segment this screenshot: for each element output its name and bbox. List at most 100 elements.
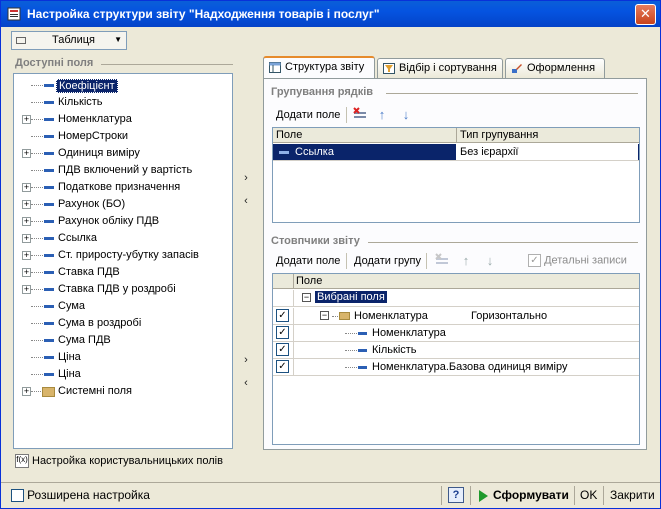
expand-icon[interactable]: +	[22, 268, 31, 277]
column-header-field[interactable]: Поле	[296, 275, 322, 287]
tree-item[interactable]: НомерСтроки	[14, 128, 232, 145]
tree-item-label: НомерСтроки	[58, 130, 129, 142]
tree-item[interactable]: + Системні поля	[14, 383, 232, 400]
tree-item-label: Ст. приросту-убутку запасів	[58, 249, 199, 261]
tab-report-structure[interactable]: Структура звіту	[263, 56, 375, 78]
column-header-field[interactable]: Поле	[276, 129, 302, 141]
include-checkbox[interactable]: ✓	[276, 343, 289, 356]
expand-icon[interactable]: +	[22, 200, 31, 209]
column-header-group-type[interactable]: Тип групування	[460, 129, 538, 141]
columns-delete-button[interactable]	[434, 253, 450, 269]
tree-item[interactable]: + Ставка ПДВ	[14, 264, 232, 281]
tree-item[interactable]: + Ст. приросту-убутку запасів	[14, 247, 232, 264]
field-icon	[44, 118, 54, 121]
row-grouping-grid[interactable]: Поле Тип групування Ссылка Без ієрархії	[272, 127, 640, 223]
available-fields-label: Доступні поля	[15, 57, 94, 69]
tree-connector	[31, 323, 43, 324]
view-type-select[interactable]: Таблиця ▼	[11, 31, 127, 50]
chevron-left-icon: ‹	[244, 377, 248, 389]
help-button[interactable]: ?	[448, 487, 464, 503]
tree-item[interactable]: + Одиниця виміру	[14, 145, 232, 162]
title-bar[interactable]: Настройка структури звіту "Надходження т…	[1, 1, 660, 27]
tree-item[interactable]: + Рахунок обліку ПДВ	[14, 213, 232, 230]
tab-filter-sort[interactable]: Відбір і сортування	[377, 58, 503, 78]
column-divider[interactable]	[456, 128, 457, 143]
tree-connector	[345, 350, 357, 351]
field-icon	[44, 288, 54, 291]
tree-item[interactable]: + Рахунок (БО)	[14, 196, 232, 213]
tab-formatting[interactable]: Оформлення	[505, 58, 605, 78]
tree-item[interactable]: Сума ПДВ	[14, 332, 232, 349]
expand-icon[interactable]: +	[22, 251, 31, 260]
table-row[interactable]: Ссылка Без ієрархії	[273, 144, 639, 161]
column-divider[interactable]	[293, 274, 294, 289]
grouping-add-field-button[interactable]: Додати поле	[276, 106, 340, 124]
table-row[interactable]: ✓ Кількість	[273, 342, 639, 359]
columns-add-field-button[interactable]: Додати поле	[276, 252, 340, 270]
tree-item-label: Одиниця виміру	[58, 147, 140, 159]
include-checkbox[interactable]: ✓	[276, 309, 289, 322]
remove-from-columns-button[interactable]: ‹	[239, 376, 253, 390]
tree-connector	[332, 316, 338, 317]
expand-icon[interactable]: +	[22, 285, 31, 294]
expand-icon[interactable]: +	[22, 234, 31, 243]
expand-icon[interactable]: +	[22, 149, 31, 158]
include-checkbox[interactable]: ✓	[276, 360, 289, 373]
tree-item[interactable]: Ціна	[14, 349, 232, 366]
columns-add-group-button[interactable]: Додати групу	[354, 252, 421, 270]
tree-connector	[31, 136, 43, 137]
tree-item[interactable]: + Податкове призначення	[14, 179, 232, 196]
tree-item[interactable]: + Ставка ПДВ у роздробі	[14, 281, 232, 298]
available-fields-tree[interactable]: Коефіцієнт Кількість + Номенклатура НомерСтр…	[13, 73, 233, 449]
tree-item[interactable]: Сума в роздробі	[14, 315, 232, 332]
grouping-type-cell[interactable]: Без ієрархії	[457, 144, 638, 160]
tree-connector	[31, 204, 43, 205]
tree-item-label: Кількість	[58, 96, 103, 108]
check-icon: ✓	[278, 361, 287, 372]
columns-grid[interactable]: Поле − Вибрані поля ✓ − Номенклатура Горизо…	[272, 273, 640, 445]
tree-item[interactable]: Кількість	[14, 94, 232, 111]
table-row[interactable]: ✓ Номенклатура.Базова одиниця виміру	[273, 359, 639, 376]
tree-root-row[interactable]: − Вибрані поля	[273, 290, 639, 307]
expand-icon[interactable]: +	[22, 387, 31, 396]
grouping-delete-button[interactable]	[352, 107, 368, 123]
tree-item[interactable]: + Номенклатура	[14, 111, 232, 128]
generate-button[interactable]: Сформувати	[479, 488, 569, 502]
table-row[interactable]: ✓ Номенклатура	[273, 325, 639, 342]
columns-move-down-button[interactable]: ↓	[482, 253, 498, 269]
chevron-right-icon: ›	[244, 354, 248, 366]
tree-connector	[31, 221, 43, 222]
detail-records-checkbox[interactable]: ✓ Детальні записи	[528, 254, 627, 267]
expand-icon[interactable]: +	[22, 217, 31, 226]
tree-item[interactable]: + Ссылка	[14, 230, 232, 247]
footer-divider	[603, 486, 604, 505]
tree-item[interactable]: ПДВ включений у вартість	[14, 162, 232, 179]
remove-from-grouping-button[interactable]: ‹	[239, 194, 253, 208]
footer-divider	[441, 486, 442, 505]
tree-item[interactable]: Сума	[14, 298, 232, 315]
grouping-move-up-button[interactable]: ↑	[374, 107, 390, 123]
add-to-grouping-button[interactable]: ›	[239, 171, 253, 185]
columns-move-up-button[interactable]: ↑	[458, 253, 474, 269]
expand-icon[interactable]: +	[22, 183, 31, 192]
collapse-icon[interactable]: −	[302, 293, 311, 302]
add-to-columns-button[interactable]: ›	[239, 353, 253, 367]
check-icon: ✓	[278, 327, 287, 338]
include-checkbox[interactable]: ✓	[276, 326, 289, 339]
collapse-icon[interactable]: −	[320, 311, 329, 320]
advanced-settings-checkbox[interactable]: Розширена настройка	[11, 488, 150, 502]
field-icon	[44, 271, 54, 274]
table-row[interactable]: ✓ − Номенклатура Горизонтально	[273, 308, 639, 325]
ok-button[interactable]: OK	[580, 488, 597, 502]
tree-item[interactable]: Ціна	[14, 366, 232, 383]
close-window-button[interactable]: ✕	[635, 4, 656, 25]
tree-item[interactable]: Коефіцієнт	[14, 77, 232, 94]
field-icon	[44, 220, 54, 223]
expand-icon[interactable]: +	[22, 115, 31, 124]
footer-divider	[574, 486, 575, 505]
close-button[interactable]: Закрити	[610, 488, 655, 502]
field-icon	[358, 349, 367, 352]
custom-fields-link[interactable]: f(x) Настройка користувальницьких полів	[15, 454, 223, 468]
grouping-move-down-button[interactable]: ↓	[398, 107, 414, 123]
field-icon	[44, 356, 54, 359]
